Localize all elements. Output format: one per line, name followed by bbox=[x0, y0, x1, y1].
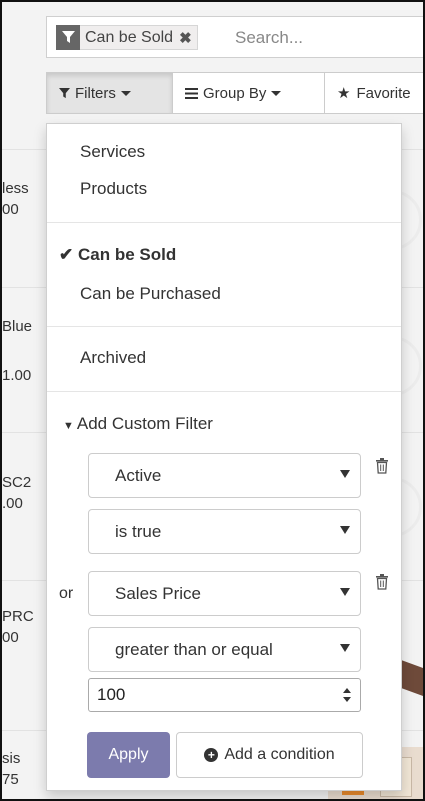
or-label: or bbox=[59, 585, 74, 602]
search-input[interactable] bbox=[235, 25, 423, 50]
list-item-price: 75 bbox=[2, 771, 19, 788]
trash-icon[interactable] bbox=[375, 574, 389, 590]
condition-field-select[interactable]: Active bbox=[88, 453, 361, 498]
facet-label: Can be Sold bbox=[85, 28, 174, 46]
filters-dropdown: Services Products ✔ Can be Sold Can be Pu… bbox=[46, 123, 402, 791]
list-item-name: sis bbox=[2, 750, 21, 767]
list-item-name: PRC bbox=[2, 608, 34, 625]
search-facet[interactable]: Can be Sold ✖ bbox=[56, 25, 198, 50]
list-item[interactable]: Blue 1.00 bbox=[2, 316, 48, 386]
add-custom-filter-toggle[interactable]: ▼ Add Custom Filter bbox=[63, 414, 213, 434]
search-bar: Can be Sold ✖ bbox=[46, 16, 423, 58]
filter-icon bbox=[59, 87, 70, 99]
list-item[interactable]: PRC 00 bbox=[2, 606, 48, 648]
caret-down-icon bbox=[271, 90, 282, 96]
caret-down-icon bbox=[120, 90, 131, 96]
filter-item-can-be-purchased[interactable]: Can be Purchased bbox=[80, 284, 221, 304]
filters-button[interactable]: Filters bbox=[46, 72, 172, 114]
plus-circle-icon: + bbox=[204, 748, 219, 762]
list-icon bbox=[185, 87, 198, 99]
caret-down-icon bbox=[340, 588, 350, 596]
filter-item-products[interactable]: Products bbox=[80, 179, 147, 199]
condition-value-input[interactable]: 100 bbox=[88, 678, 361, 712]
group-by-label: Group By bbox=[203, 84, 267, 102]
list-item-price: 1.00 bbox=[2, 367, 32, 384]
caret-down-icon bbox=[340, 470, 350, 478]
select-value: Sales Price bbox=[115, 583, 201, 603]
condition-field-select[interactable]: Sales Price bbox=[88, 571, 361, 616]
list-item[interactable]: sis 75 bbox=[2, 748, 48, 790]
caret-down-icon bbox=[340, 644, 350, 652]
favorites-label: Favorite bbox=[356, 84, 411, 102]
list-item-price: 00 bbox=[2, 201, 19, 218]
filter-item-can-be-sold[interactable]: ✔ Can be Sold bbox=[59, 245, 176, 265]
add-condition-label: Add a condition bbox=[224, 746, 335, 763]
trash-icon[interactable] bbox=[375, 458, 389, 474]
menu-divider bbox=[47, 222, 401, 223]
list-item-price: .00 bbox=[2, 495, 23, 512]
app-frame: less 00 Blue 1.00 SC2 .00 PRC 00 sis 75 … bbox=[0, 0, 425, 801]
select-value: greater than or equal bbox=[115, 639, 273, 659]
list-item-name: Blue bbox=[2, 318, 33, 335]
menu-divider bbox=[47, 391, 401, 392]
custom-filter-label: Add Custom Filter bbox=[76, 414, 213, 433]
caret-down-icon bbox=[340, 526, 350, 534]
select-value: Active bbox=[115, 465, 162, 485]
condition-operator-select[interactable]: greater than or equal bbox=[88, 627, 361, 672]
filters-label: Filters bbox=[75, 84, 116, 102]
select-value: is true bbox=[115, 521, 162, 541]
condition-operator-select[interactable]: is true bbox=[88, 509, 361, 554]
menu-divider bbox=[47, 326, 401, 327]
list-item-name: less bbox=[2, 180, 29, 197]
input-value: 100 bbox=[97, 685, 126, 704]
number-spinner-icon[interactable] bbox=[342, 684, 352, 706]
list-item-name: SC2 bbox=[2, 474, 32, 491]
check-icon: ✔ bbox=[59, 245, 74, 264]
list-item[interactable]: SC2 .00 bbox=[2, 472, 48, 514]
add-condition-button[interactable]: + Add a condition bbox=[176, 732, 363, 778]
favorites-button[interactable]: ★ Favorite bbox=[324, 72, 423, 114]
search-options: Filters Group By ★ Favorite bbox=[46, 72, 423, 114]
close-icon[interactable]: ✖ bbox=[179, 29, 192, 47]
apply-button[interactable]: Apply bbox=[87, 732, 170, 778]
group-by-button[interactable]: Group By bbox=[172, 72, 324, 114]
filter-item-services[interactable]: Services bbox=[80, 142, 145, 162]
list-item-price: 00 bbox=[2, 629, 19, 646]
filter-icon bbox=[56, 25, 80, 50]
filter-item-archived[interactable]: Archived bbox=[80, 348, 146, 368]
list-item[interactable]: less 00 bbox=[2, 178, 48, 220]
caret-down-icon: ▼ bbox=[63, 420, 74, 432]
filter-item-label: Can be Sold bbox=[78, 245, 177, 264]
star-icon: ★ bbox=[337, 85, 351, 102]
